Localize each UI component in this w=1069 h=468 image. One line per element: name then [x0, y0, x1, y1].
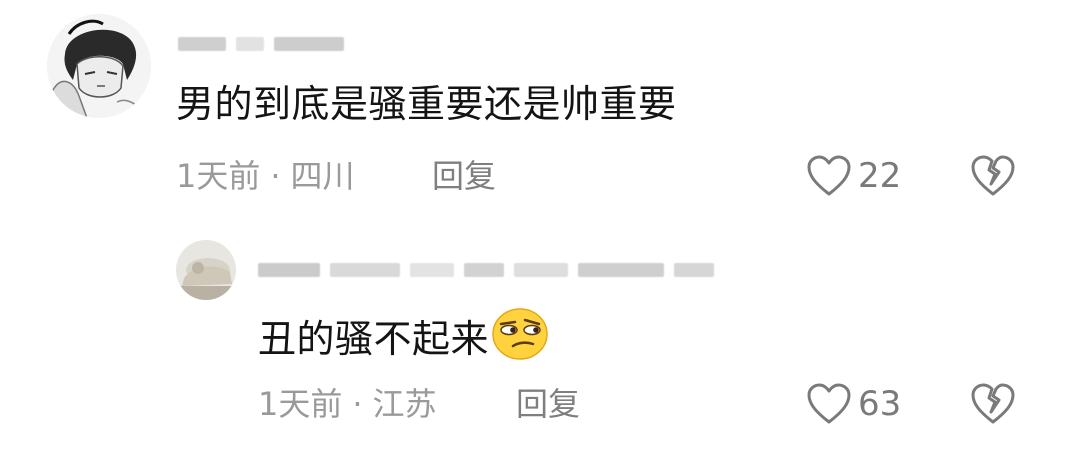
comment-text: 丑的骚不起来	[258, 308, 549, 371]
username-blurred[interactable]	[178, 32, 344, 56]
comment-text: 男的到底是骚重要还是帅重要	[176, 82, 677, 126]
meta-separator: ·	[352, 385, 363, 423]
comment-meta: 1天前 · 四川	[176, 156, 355, 196]
heart-icon	[807, 383, 851, 424]
avatar[interactable]	[176, 240, 236, 300]
comment-location: 江苏	[372, 385, 437, 423]
smirk-emoji-icon	[491, 306, 549, 371]
heart-icon	[807, 155, 851, 196]
like-button[interactable]: 63	[806, 382, 901, 426]
comment-meta: 1天前 · 江苏	[258, 384, 437, 424]
manga-character-avatar-icon	[47, 14, 151, 118]
dislike-button[interactable]	[970, 154, 1016, 202]
like-button[interactable]: 22	[806, 154, 901, 198]
comment-time: 1天前	[176, 157, 261, 195]
broken-heart-icon	[971, 155, 1015, 196]
reply-button[interactable]: 回复	[516, 384, 580, 424]
photo-avatar-icon	[176, 240, 236, 300]
like-count: 63	[858, 384, 902, 424]
broken-heart-icon	[971, 383, 1015, 424]
meta-separator: ·	[270, 157, 281, 195]
reply-button[interactable]: 回复	[432, 156, 496, 196]
dislike-button[interactable]	[970, 382, 1016, 430]
username-blurred[interactable]	[258, 258, 714, 282]
comment-text-content: 丑的骚不起来	[258, 317, 490, 361]
like-count: 22	[858, 156, 902, 196]
comment-time: 1天前	[258, 385, 343, 423]
comment-location: 四川	[290, 157, 355, 195]
avatar[interactable]	[47, 14, 151, 118]
